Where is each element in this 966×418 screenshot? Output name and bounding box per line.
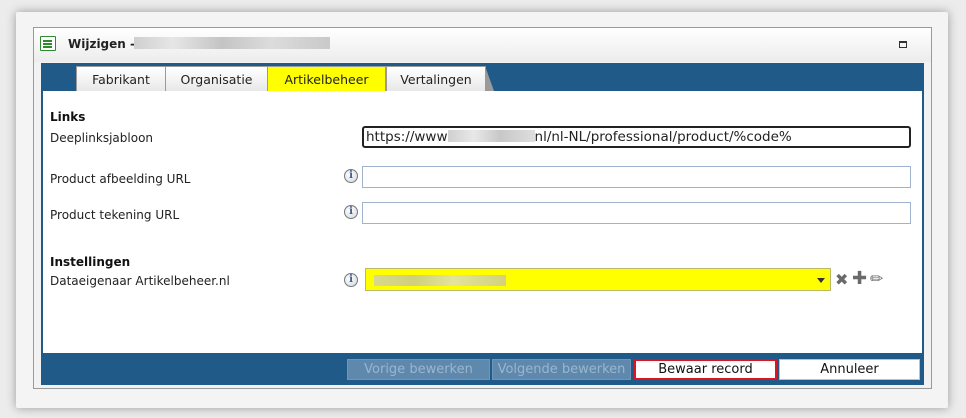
dialog-footer: Vorige bewerken Volgende bewerken Bewaar… — [41, 353, 924, 385]
deeplink-value-suffix: nl/nl-NL/professional/product/%code% — [534, 129, 792, 145]
image-url-label: Product afbeelding URL — [50, 172, 191, 186]
info-icon[interactable]: i — [344, 205, 358, 219]
form-panel: Links Deeplinksjabloon https://www nl/nl-… — [41, 91, 924, 353]
tab-artikelbeheer[interactable]: Artikelbeheer — [267, 66, 394, 91]
deeplink-input[interactable]: https://www nl/nl-NL/professional/product… — [362, 126, 911, 148]
tab-organisatie[interactable]: Organisatie — [165, 66, 276, 91]
drawing-url-input[interactable] — [362, 202, 911, 224]
edit-pencil-icon[interactable]: ✏ — [870, 271, 883, 287]
redacted-title-text — [134, 37, 330, 49]
redacted-domain — [447, 130, 535, 142]
form-icon — [40, 36, 56, 51]
data-owner-select[interactable] — [365, 268, 831, 291]
deeplink-value-prefix: https://www — [366, 129, 448, 145]
info-icon[interactable]: i — [344, 273, 358, 287]
links-heading: Links — [50, 110, 86, 124]
tab-vertalingen[interactable]: Vertalingen — [386, 66, 494, 91]
delete-icon[interactable]: ✖ — [835, 272, 848, 288]
data-owner-label: Dataeigenaar Artikelbeheer.nl — [50, 274, 230, 288]
next-edit-button[interactable]: Volgende bewerken — [492, 359, 631, 380]
chevron-down-icon[interactable] — [817, 278, 825, 283]
save-record-button[interactable]: Bewaar record — [634, 359, 777, 380]
drawing-url-label: Product tekening URL — [50, 208, 180, 222]
dialog-title: Wijzigen - — [68, 37, 135, 51]
previous-edit-button[interactable]: Vorige bewerken — [347, 359, 490, 380]
add-icon[interactable]: ✚ — [852, 270, 867, 288]
info-icon[interactable]: i — [344, 169, 358, 183]
image-url-input[interactable] — [362, 166, 911, 188]
tab-fabrikant[interactable]: Fabrikant — [76, 66, 174, 91]
tab-strip: Fabrikant Organisatie Artikelbeheer Vert… — [41, 63, 924, 91]
dialog-titlebar[interactable]: Wijzigen - — [34, 28, 931, 62]
edit-dialog: Wijzigen - Fabrikant Organisatie Artikel… — [33, 27, 932, 389]
deeplink-label: Deeplinksjabloon — [50, 131, 154, 145]
cancel-button[interactable]: Annuleer — [779, 359, 920, 380]
settings-heading: Instellingen — [50, 255, 131, 269]
redacted-selected-value — [374, 275, 506, 286]
maximize-icon[interactable] — [899, 41, 907, 48]
